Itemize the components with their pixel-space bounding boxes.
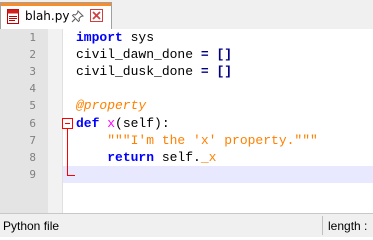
pin-icon[interactable] bbox=[71, 10, 84, 23]
code-line[interactable]: 7 """I'm the 'x' property.""" bbox=[0, 132, 373, 149]
code-line[interactable]: 4 bbox=[0, 80, 373, 97]
tab-blah-py[interactable]: blah.py bbox=[0, 2, 112, 29]
tab-bar: blah.py bbox=[0, 0, 373, 29]
code-line[interactable]: 6 def x(self): bbox=[0, 115, 373, 132]
status-length: length : bbox=[328, 219, 368, 233]
code-token: _x bbox=[200, 149, 217, 165]
code-line[interactable]: 9 bbox=[0, 166, 373, 183]
line-code: def x(self): bbox=[76, 115, 170, 132]
code-line[interactable]: 3 civil_dusk_done = [] bbox=[0, 63, 373, 80]
line-number: 3 bbox=[29, 65, 36, 79]
status-separator bbox=[322, 216, 323, 235]
code-token: import bbox=[76, 30, 123, 45]
python-file-icon bbox=[7, 9, 19, 24]
code-editor[interactable]: 1 import sys 2 civil_dawn_done = [] 3 civil_d… bbox=[0, 29, 373, 213]
line-number: 8 bbox=[29, 150, 36, 164]
code-token: def bbox=[76, 115, 100, 131]
code-line[interactable]: 8 return self._x bbox=[0, 149, 373, 166]
code-token: return bbox=[107, 149, 155, 165]
line-code: civil_dawn_done = [] bbox=[76, 46, 232, 63]
code-token: self. bbox=[154, 149, 201, 165]
tab-title: blah.py bbox=[25, 9, 70, 23]
code-token: = bbox=[200, 64, 209, 80]
code-token: x bbox=[107, 115, 116, 131]
code-token: (self): bbox=[115, 115, 170, 131]
code-token: [] bbox=[208, 64, 233, 80]
line-number: 1 bbox=[29, 31, 36, 44]
line-number: 9 bbox=[29, 167, 36, 181]
line-code: import sys bbox=[76, 29, 154, 46]
line-number: 7 bbox=[29, 133, 36, 147]
fold-collapse-icon[interactable] bbox=[62, 117, 73, 129]
line-number: 5 bbox=[29, 99, 36, 113]
line-code: civil_dusk_done = [] bbox=[76, 63, 232, 80]
line-code: """I'm the 'x' property.""" bbox=[76, 132, 318, 149]
code-token: = bbox=[200, 47, 209, 63]
fold-range-line bbox=[67, 128, 68, 175]
code-token: [] bbox=[208, 47, 233, 63]
line-number: 4 bbox=[29, 82, 36, 96]
line-code: @property bbox=[76, 97, 146, 114]
code-token: civil_dusk_done bbox=[76, 64, 201, 80]
editor-window: blah.py 1 import sys 2 civil_dawn_done = []… bbox=[0, 0, 373, 237]
code-token: civil_dawn_done bbox=[76, 47, 201, 63]
close-icon[interactable] bbox=[90, 9, 103, 22]
code-token: """I'm the 'x' property.""" bbox=[76, 132, 318, 148]
line-number: 6 bbox=[29, 116, 36, 130]
code-line[interactable]: 5 @property bbox=[0, 97, 373, 114]
status-file-type: Python file bbox=[3, 219, 60, 233]
code-line[interactable]: 2 civil_dawn_done = [] bbox=[0, 46, 373, 63]
fold-end-marker bbox=[67, 174, 75, 176]
code-line[interactable]: 1 import sys bbox=[0, 29, 373, 46]
line-code: return self._x bbox=[76, 149, 216, 166]
status-bar: Python file length : bbox=[0, 213, 373, 237]
code-token: sys bbox=[122, 30, 155, 45]
tab-active-accent bbox=[1, 3, 111, 6]
code-token: @property bbox=[76, 98, 147, 114]
line-number: 2 bbox=[29, 48, 36, 62]
